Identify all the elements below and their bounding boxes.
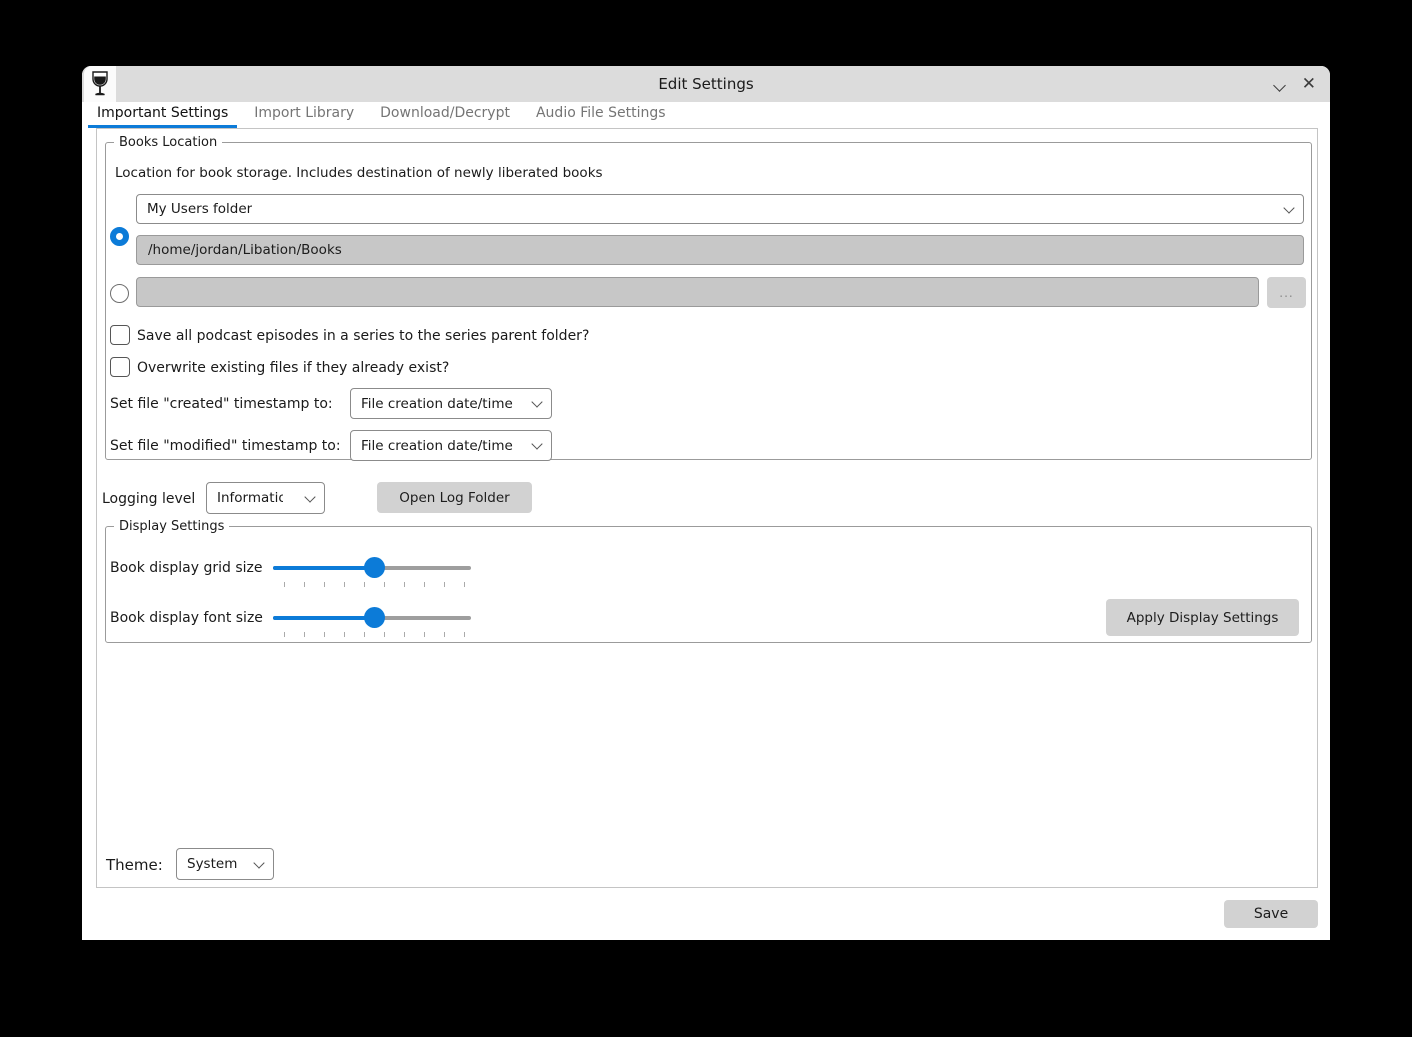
modified-timestamp-label: Set file "modified" timestamp to: bbox=[110, 438, 341, 454]
title-bar: Edit Settings ✕ bbox=[82, 66, 1330, 102]
template-select-value: My Users folder bbox=[147, 201, 252, 217]
theme-select[interactable]: System bbox=[176, 848, 274, 880]
created-timestamp-select[interactable]: File creation date/time bbox=[350, 388, 552, 419]
books-location-radio-template[interactable] bbox=[110, 227, 129, 246]
books-location-legend: Books Location bbox=[114, 135, 222, 150]
books-location-radio-custom[interactable] bbox=[110, 284, 129, 303]
slider-thumb[interactable] bbox=[364, 557, 385, 578]
tab-download-decrypt[interactable]: Download/Decrypt bbox=[371, 102, 519, 128]
books-location-description: Location for book storage. Includes dest… bbox=[115, 165, 603, 181]
shade-window-button[interactable] bbox=[1275, 75, 1284, 94]
podcast-series-checkbox[interactable] bbox=[110, 325, 130, 345]
created-timestamp-label: Set file "created" timestamp to: bbox=[110, 396, 333, 412]
modified-timestamp-select[interactable]: File creation date/time bbox=[350, 430, 552, 461]
modified-timestamp-value: File creation date/time bbox=[361, 438, 513, 454]
logging-level-label: Logging level bbox=[102, 491, 195, 507]
chevron-down-icon bbox=[304, 491, 315, 502]
overwrite-files-checkbox[interactable] bbox=[110, 357, 130, 377]
important-settings-page: Books Location Location for book storage… bbox=[96, 128, 1318, 888]
tab-import-library[interactable]: Import Library bbox=[245, 102, 363, 128]
podcast-series-label: Save all podcast episodes in a series to… bbox=[137, 328, 589, 344]
created-timestamp-value: File creation date/time bbox=[361, 396, 513, 412]
browse-folder-button[interactable]: ... bbox=[1267, 277, 1306, 308]
slider-fill bbox=[273, 616, 374, 620]
tab-audio-file-settings[interactable]: Audio File Settings bbox=[527, 102, 675, 128]
books-location-template-select[interactable]: My Users folder bbox=[136, 194, 1304, 224]
edit-settings-window: Edit Settings ✕ Important Settings Impor… bbox=[82, 66, 1330, 940]
tab-important-settings[interactable]: Important Settings bbox=[88, 102, 237, 128]
open-log-folder-button[interactable]: Open Log Folder bbox=[377, 482, 532, 513]
books-location-path-field: /home/jordan/Libation/Books bbox=[136, 235, 1304, 265]
grid-size-label: Book display grid size bbox=[110, 560, 262, 576]
window-title: Edit Settings bbox=[82, 66, 1330, 102]
custom-path-field bbox=[136, 277, 1259, 307]
apply-display-settings-button[interactable]: Apply Display Settings bbox=[1106, 599, 1299, 636]
theme-value: System bbox=[187, 856, 237, 872]
close-window-button[interactable]: ✕ bbox=[1302, 66, 1316, 102]
slider-thumb[interactable] bbox=[364, 607, 385, 628]
chevron-down-icon bbox=[253, 857, 264, 868]
logging-level-value: Information bbox=[217, 490, 283, 506]
display-settings-legend: Display Settings bbox=[114, 519, 229, 534]
save-button[interactable]: Save bbox=[1224, 900, 1318, 928]
slider-fill bbox=[273, 566, 374, 570]
grid-size-ticks bbox=[284, 582, 465, 587]
grid-size-slider[interactable] bbox=[273, 557, 471, 579]
font-size-slider[interactable] bbox=[273, 607, 471, 629]
logging-level-select[interactable]: Information bbox=[206, 482, 325, 514]
chevron-down-icon bbox=[531, 396, 542, 407]
font-size-ticks bbox=[284, 632, 465, 637]
chevron-down-icon bbox=[531, 438, 542, 449]
settings-tabstrip: Important Settings Import Library Downlo… bbox=[82, 102, 1330, 128]
chevron-down-icon bbox=[1283, 202, 1294, 213]
chevron-down-icon bbox=[1273, 79, 1286, 92]
theme-label: Theme: bbox=[106, 856, 163, 874]
overwrite-files-label: Overwrite existing files if they already… bbox=[137, 360, 449, 376]
font-size-label: Book display font size bbox=[110, 610, 263, 626]
